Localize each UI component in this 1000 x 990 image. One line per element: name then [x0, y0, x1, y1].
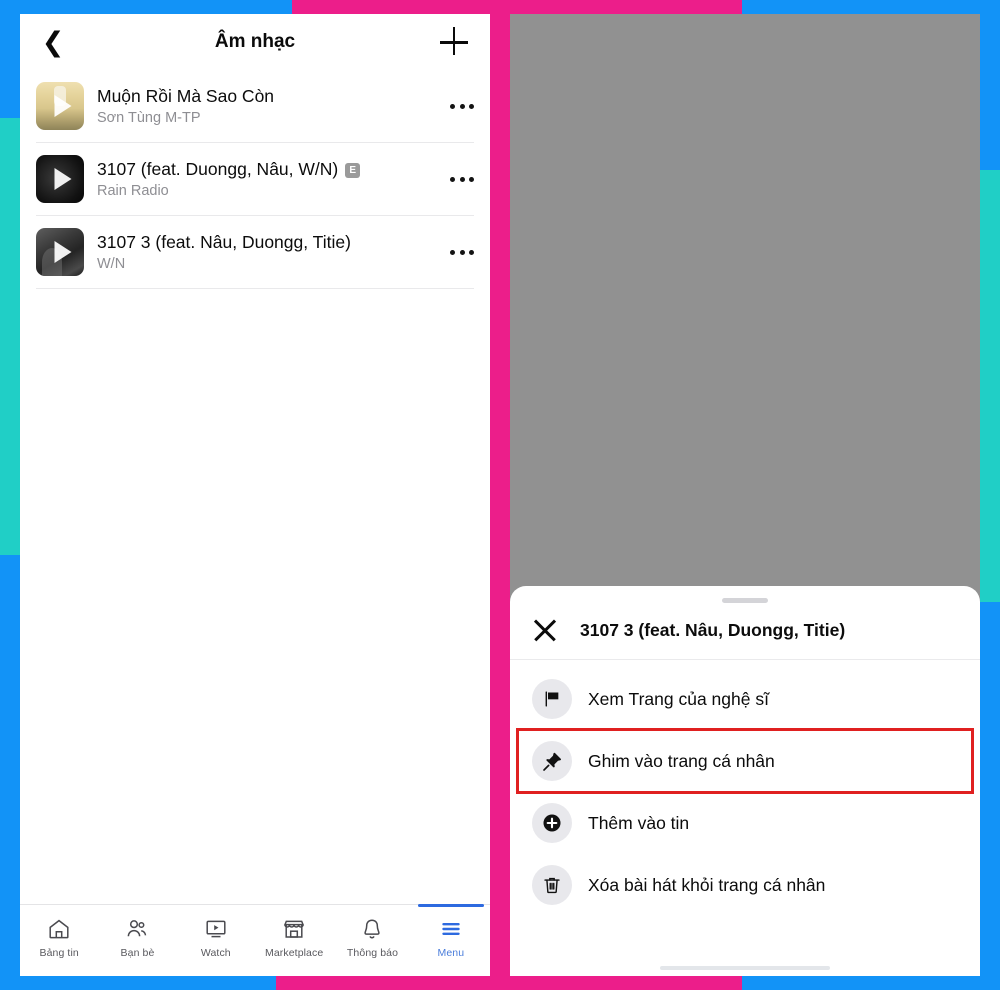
song-list-left: Muộn Rồi Mà Sao Còn Sơn Tùng M-TP 3107 (…: [20, 70, 490, 289]
play-icon: [54, 95, 72, 117]
friends-icon: [128, 920, 147, 937]
song-row[interactable]: 3107 3 (feat. Nâu, Duongg, Titie) W/N: [36, 216, 474, 289]
nav-item-friends[interactable]: Bạn bè: [98, 905, 176, 976]
plus-icon[interactable]: [440, 27, 470, 57]
more-horizontal-icon[interactable]: [440, 103, 474, 109]
music-screen-left: ❮ Âm nhạc Muộn Rồi Mà Sao Còn Sơn Tùng M…: [20, 14, 490, 976]
more-horizontal-icon[interactable]: [440, 176, 474, 182]
flag-icon: [532, 679, 572, 719]
song-row[interactable]: Muộn Rồi Mà Sao Còn Sơn Tùng M-TP: [36, 70, 474, 143]
nav-item-news-feed[interactable]: Bảng tin: [20, 905, 98, 976]
border-band-left-bottom: [0, 555, 22, 990]
song-title: 3107 (feat. Duongg, Nâu, W/N): [97, 159, 339, 180]
bottom-sheet-title: 3107 3 (feat. Nâu, Duongg, Titie): [580, 619, 846, 640]
song-title-wrap: 3107 (feat. Duongg, Nâu, W/N) E: [97, 159, 440, 181]
song-title: 3107 3 (feat. Nâu, Duongg, Titie): [97, 232, 351, 253]
song-artist: Sơn Tùng M-TP: [97, 109, 201, 126]
song-thumbnail[interactable]: [36, 82, 84, 130]
menu-item-add-to-story[interactable]: Thêm vào tin: [510, 792, 980, 854]
play-icon: [54, 168, 72, 190]
home-indicator: [660, 966, 830, 970]
song-meta: 3107 (feat. Duongg, Nâu, W/N) E Rain Rad…: [97, 159, 440, 199]
video-icon: [206, 920, 226, 938]
storefront-icon: [284, 920, 305, 938]
pin-icon: [532, 741, 572, 781]
song-title: Muộn Rồi Mà Sao Còn: [97, 86, 275, 107]
top-bar-left: ❮ Âm nhạc: [20, 14, 490, 70]
options-bottom-sheet: 3107 3 (feat. Nâu, Duongg, Titie) Xem Tr…: [510, 586, 980, 976]
bell-icon: [364, 919, 381, 939]
song-meta: Muộn Rồi Mà Sao Còn Sơn Tùng M-TP: [97, 86, 440, 126]
nav-label: Bạn bè: [120, 947, 155, 959]
trash-icon: [532, 865, 572, 905]
menu-item-remove-song-from-profile[interactable]: Xóa bài hát khỏi trang cá nhân: [510, 854, 980, 916]
menu-item-label: Thêm vào tin: [588, 812, 690, 833]
menu-item-view-artist-page[interactable]: Xem Trang của nghệ sĩ: [510, 668, 980, 730]
song-title-wrap: 3107 3 (feat. Nâu, Duongg, Titie): [97, 232, 440, 254]
border-band-left-top: [0, 0, 22, 118]
play-icon: [54, 241, 72, 263]
more-horizontal-icon[interactable]: [440, 249, 474, 255]
nav-label: Menu: [437, 947, 465, 959]
border-band-right-top: [980, 0, 1000, 170]
border-band-right-middle: [980, 170, 1000, 602]
nav-item-notifications[interactable]: Thông báo: [333, 905, 411, 976]
song-thumbnail[interactable]: [36, 155, 84, 203]
nav-label: Marketplace: [265, 947, 324, 959]
nav-label: Thông báo: [346, 947, 399, 959]
chevron-left-icon[interactable]: ❮: [40, 29, 66, 56]
song-row[interactable]: 3107 (feat. Duongg, Nâu, W/N) E Rain Rad…: [36, 143, 474, 216]
menu-item-label: Xóa bài hát khỏi trang cá nhân: [588, 874, 826, 895]
nav-item-menu[interactable]: Menu: [412, 904, 490, 976]
music-screen-right: ❮ Âm nhạc Muộn Rồi Mà Sao Còn Sơn Tùng M…: [510, 14, 980, 976]
bottom-sheet-menu: Xem Trang của nghệ sĩ Ghim vào trang cá …: [510, 660, 980, 916]
song-meta: 3107 3 (feat. Nâu, Duongg, Titie) W/N: [97, 232, 440, 272]
song-title-wrap: Muộn Rồi Mà Sao Còn: [97, 86, 440, 108]
menu-item-label: Xem Trang của nghệ sĩ: [588, 688, 769, 709]
plus-circle-icon: [532, 803, 572, 843]
menu-item-pin-to-profile[interactable]: Ghim vào trang cá nhân: [516, 728, 974, 794]
nav-item-marketplace[interactable]: Marketplace: [255, 905, 333, 976]
explicit-badge: E: [345, 162, 361, 178]
hamburger-icon: [442, 923, 460, 935]
menu-item-label: Ghim vào trang cá nhân: [588, 750, 775, 771]
home-icon: [49, 919, 69, 939]
nav-item-watch[interactable]: Watch: [177, 905, 255, 976]
page-title: Âm nhạc: [214, 31, 296, 52]
border-band-left-middle: [0, 118, 22, 555]
song-thumbnail[interactable]: [36, 228, 84, 276]
song-artist: W/N: [97, 255, 126, 272]
border-band-right-bottom: [980, 602, 1000, 990]
phone-screenshot-right: ❮ Âm nhạc Muộn Rồi Mà Sao Còn Sơn Tùng M…: [510, 14, 980, 976]
phone-screenshot-left: ❮ Âm nhạc Muộn Rồi Mà Sao Còn Sơn Tùng M…: [20, 14, 490, 976]
bottom-sheet-header: 3107 3 (feat. Nâu, Duongg, Titie): [510, 603, 980, 660]
close-icon[interactable]: [532, 617, 558, 643]
panel-divider: [490, 0, 510, 990]
bottom-navigation-bar: Bảng tin Bạn bè Watch Marketplace Thông …: [20, 904, 490, 976]
nav-label: Watch: [200, 947, 231, 959]
song-artist: Rain Radio: [97, 182, 169, 199]
nav-label: Bảng tin: [39, 947, 79, 959]
